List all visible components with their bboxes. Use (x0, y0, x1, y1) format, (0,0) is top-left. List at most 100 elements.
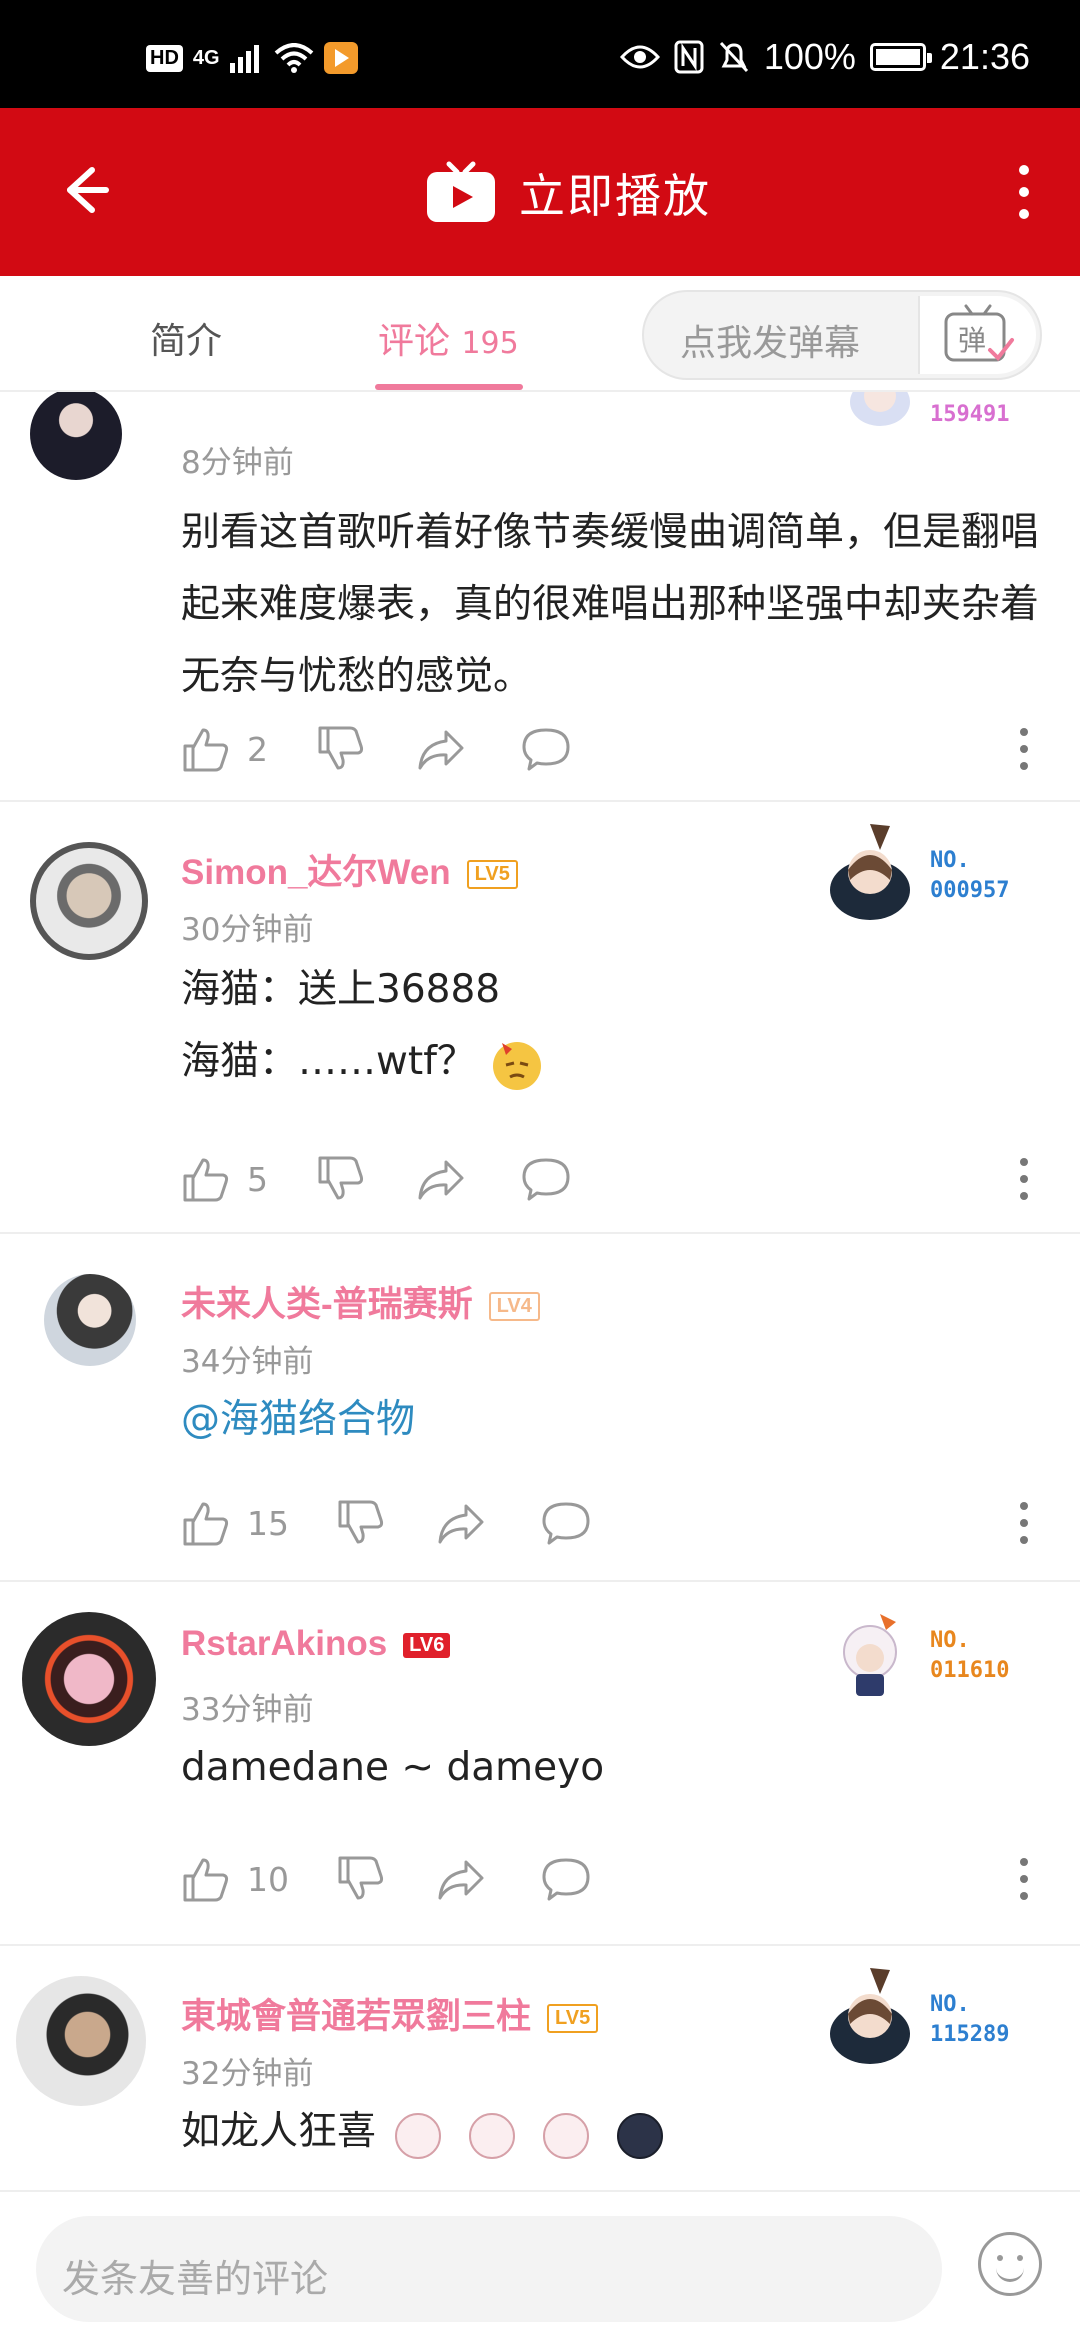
reply-button[interactable] (541, 1498, 591, 1548)
level-badge: LV4 (488, 1292, 540, 1322)
fan-badge[interactable]: 159491 (810, 392, 1030, 472)
fan-badge-character-icon (843, 1614, 897, 1696)
danmu-send-button[interactable]: 弹 (918, 296, 1036, 374)
comment-text: 如龙人狂喜 (181, 2096, 1040, 2168)
share-button[interactable] (416, 1154, 466, 1204)
thumbs-up-icon (183, 1158, 229, 1202)
thumbs-up-icon (183, 728, 229, 772)
reply-button[interactable] (521, 724, 571, 774)
comment-more-icon[interactable] (1016, 1854, 1032, 1904)
comment-item: 未来人类-普瑞赛斯 LV4 34分钟前 @海猫络合物 15 (0, 1234, 1080, 1582)
fan-badge[interactable]: NO. 000957 (810, 820, 1030, 930)
chat-bubble-icon (522, 1158, 570, 1201)
user-avatar[interactable] (16, 1976, 146, 2106)
comment-more-icon[interactable] (1016, 1154, 1032, 1204)
thumbs-up-icon (183, 1502, 229, 1546)
network-type: 4G (192, 46, 220, 69)
signal-icon (229, 45, 259, 73)
emoji-smile-icon[interactable] (978, 2232, 1042, 2296)
username[interactable]: RstarAkinos LV6 (181, 1624, 451, 1664)
more-options-icon[interactable] (1004, 160, 1044, 224)
comment-input-placeholder: 发条友善的评论 (62, 2257, 329, 2301)
like-count: 10 (247, 1859, 289, 1899)
comment-item: 東城會普通若眾劉三柱 LV5 32分钟前 NO. 115289 如龙人狂喜 (0, 1946, 1080, 2192)
comment-item: RstarAkinos LV6 33分钟前 NO. 011610 damedane … (0, 1582, 1080, 1946)
dislike-button[interactable] (336, 1854, 386, 1904)
mention-link[interactable]: @海猫络合物 (181, 1384, 1040, 1456)
fan-badge-character-icon (830, 1968, 910, 2064)
tab-comments[interactable]: 评论 195 (378, 312, 519, 364)
fan-badge[interactable]: NO. 115289 (810, 1964, 1030, 2074)
battery-icon (869, 43, 932, 71)
thumbs-down-icon (338, 1856, 384, 1900)
sticker-emoji-icon (395, 2112, 664, 2159)
username[interactable]: 東城會普通若眾劉三柱 LV5 (181, 1988, 599, 2039)
comment-actions: 2 (181, 724, 1080, 784)
thumbs-down-icon (338, 1500, 384, 1544)
reply-button[interactable] (521, 1154, 571, 1204)
comment-count: 195 (461, 326, 519, 361)
comment-more-icon[interactable] (1016, 724, 1032, 774)
wifi-icon (274, 43, 313, 73)
fan-badge[interactable]: NO. 011610 (810, 1600, 1030, 1710)
chat-bubble-icon (522, 728, 570, 771)
level-badge: LV5 (466, 860, 518, 890)
like-button[interactable]: 2 (181, 724, 268, 774)
share-arrow-icon (438, 1504, 484, 1544)
comment-text: damedane ~ dameyo (181, 1745, 605, 1790)
like-count: 5 (247, 1159, 268, 1199)
like-button[interactable]: 15 (181, 1498, 289, 1548)
annoyed-emoji-icon (493, 1041, 542, 1090)
comment-more-icon[interactable] (1016, 1498, 1032, 1548)
nfc-icon (674, 40, 704, 74)
dislike-button[interactable] (316, 1154, 366, 1204)
like-button[interactable]: 10 (181, 1854, 289, 1904)
back-arrow-icon[interactable] (52, 158, 116, 222)
comment-time: 32分钟前 (181, 2056, 314, 2092)
user-avatar[interactable] (30, 842, 148, 960)
share-button[interactable] (416, 724, 466, 774)
video-app-notification-icon (323, 42, 358, 74)
comment-input[interactable]: 发条友善的评论 (36, 2216, 942, 2322)
reply-button[interactable] (541, 1854, 591, 1904)
comment-time: 33分钟前 (181, 1692, 314, 1728)
top-app-bar: 立即播放 (0, 108, 1080, 276)
comment-feed[interactable]: 8分钟前 159491 别看这首歌听着好像节奏缓慢曲调简单，但是翻唱起来难度爆表… (0, 392, 1080, 2192)
clock: 21:36 (939, 36, 1030, 77)
user-avatar[interactable] (30, 392, 122, 480)
like-count: 2 (247, 729, 268, 769)
status-right: 100% 21:36 (619, 36, 1030, 78)
thumbs-down-icon (318, 726, 364, 770)
level-badge: LV5 (547, 2004, 599, 2034)
comment-actions: 10 (181, 1854, 1080, 1914)
header-title: 立即播放 (519, 169, 711, 223)
tab-intro[interactable]: 简介 (150, 312, 222, 364)
share-button[interactable] (436, 1498, 486, 1548)
danmu-input[interactable]: 点我发弹幕 弹 (642, 290, 1042, 380)
tv-play-icon (427, 161, 495, 222)
tab-active-indicator (375, 384, 523, 390)
user-avatar[interactable] (44, 1274, 136, 1366)
bottom-comment-bar: 发条友善的评论 (0, 2190, 1080, 2340)
share-arrow-icon (438, 1860, 484, 1900)
battery-percent: 100% (763, 36, 856, 77)
comment-actions: 15 (181, 1498, 1080, 1558)
comment-time: 8分钟前 (181, 445, 294, 481)
play-now-button[interactable]: 立即播放 (425, 160, 711, 226)
fan-number: NO. 011610 (930, 1628, 1010, 1683)
fan-number: NO. 115289 (930, 1992, 1010, 2047)
tab-bar: 简介 评论 195 点我发弹幕 弹 (0, 276, 1080, 392)
hd-icon: HD (146, 44, 183, 72)
share-button[interactable] (436, 1854, 486, 1904)
username[interactable]: 未来人类-普瑞赛斯 LV4 (181, 1276, 540, 1327)
like-button[interactable]: 5 (181, 1154, 268, 1204)
comment-text: 海猫：送上36888 海猫：……wtf？ (181, 954, 1040, 1098)
dislike-button[interactable] (316, 724, 366, 774)
dislike-button[interactable] (336, 1498, 386, 1548)
user-avatar[interactable] (22, 1612, 156, 1746)
comment-item: 8分钟前 159491 别看这首歌听着好像节奏缓慢曲调简单，但是翻唱起来难度爆表… (0, 392, 1080, 802)
thumbs-up-icon (183, 1858, 229, 1902)
tab-comments-label: 评论 (378, 321, 451, 362)
danmu-tv-icon: 弹 (944, 304, 1014, 362)
username[interactable]: Simon_达尔Wen LV5 (181, 844, 518, 895)
